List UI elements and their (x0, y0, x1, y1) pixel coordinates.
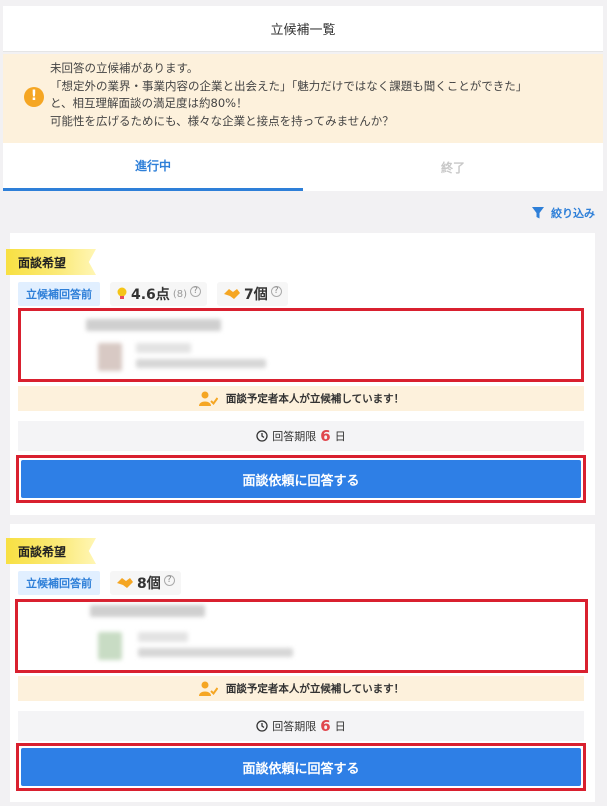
meeting-request-ribbon: 面談希望 (6, 538, 96, 564)
contact-title (138, 648, 293, 657)
filter-label: 絞り込み (551, 207, 595, 220)
respond-button-highlight: 面談依頼に回答する (16, 743, 586, 791)
hands-count: 8個 (137, 576, 161, 592)
handshake-icon (223, 289, 240, 299)
status-badge: 立候補回答前 (18, 282, 100, 306)
company-name (90, 605, 205, 617)
self-candidacy-strip: 面談予定者本人が立候補しています！ (18, 676, 584, 701)
strip-text: 面談予定者本人が立候補しています！ (225, 683, 405, 695)
candidate-card: 面談希望 立候補回答前 4.6点 (8) ? 7個 ? 面談予定者本人が立候補し… (6, 233, 595, 515)
clock-icon (256, 720, 268, 732)
self-candidacy-strip: 面談予定者本人が立候補しています！ (18, 386, 584, 411)
exclamation-icon: ! (24, 87, 44, 107)
respond-button-highlight: 面談依頼に回答する (16, 455, 586, 503)
deadline-unit: 日 (334, 430, 346, 443)
contact-name (138, 632, 188, 642)
notice-line: 可能性を広げるためにも、様々な企業と接点を持ってみませんか？ (50, 113, 394, 128)
respond-button[interactable]: 面談依頼に回答する (21, 748, 581, 786)
deadline-days: 6 (320, 427, 331, 445)
clock-icon (256, 430, 268, 442)
notice-line: 「想定外の業界・事業内容の企業と出会えた」「魅力だけではなく課題も聞くことができ… (50, 78, 528, 93)
rating-count: (8) (172, 288, 187, 300)
company-logo (98, 632, 122, 660)
meeting-request-ribbon: 面談希望 (6, 249, 96, 275)
rating-value: 4.6点 (131, 287, 170, 303)
hands-count: 7個 (243, 287, 268, 303)
answer-deadline: 回答期限 6 日 (18, 421, 584, 451)
respond-button[interactable]: 面談依頼に回答する (21, 460, 581, 498)
person-check-icon (198, 391, 218, 406)
company-info-highlight[interactable] (15, 599, 588, 673)
answer-deadline: 回答期限 6 日 (18, 711, 584, 741)
card-meta: 立候補回答前 8個 ? (18, 571, 181, 595)
deadline-unit: 日 (334, 720, 346, 733)
hands-metric: 7個 ? (216, 282, 288, 306)
filter-button[interactable]: 絞り込み (531, 205, 595, 221)
tab-finished[interactable]: 終了 (303, 143, 603, 191)
bulb-icon (117, 287, 127, 299)
notice-line: と、相互理解面談の満足度は約80%！ (50, 96, 248, 110)
company-info-highlight[interactable] (18, 308, 584, 382)
deadline-label: 回答期限 (272, 430, 317, 443)
funnel-icon (532, 207, 544, 219)
status-badge: 立候補回答前 (18, 571, 100, 595)
contact-name (136, 343, 191, 353)
help-icon[interactable]: ? (270, 285, 282, 297)
person-check-icon (198, 681, 218, 696)
tab-in-progress[interactable]: 進行中 (3, 143, 303, 191)
notice-line: 未回答の立候補があります。 (50, 61, 199, 75)
help-icon[interactable]: ? (189, 285, 201, 297)
status-tabs: 進行中 終了 (3, 143, 603, 191)
card-meta: 立候補回答前 4.6点 (8) ? 7個 ? (18, 282, 288, 306)
company-logo (98, 343, 122, 371)
rating-metric: 4.6点 (8) ? (110, 282, 207, 306)
hands-metric: 8個 ? (110, 571, 181, 595)
company-name (86, 319, 221, 331)
unanswered-notice: ! 未回答の立候補があります。 「想定外の業界・事業内容の企業と出会えた」「魅力… (3, 54, 603, 143)
deadline-days: 6 (320, 717, 331, 735)
page-title: 立候補一覧 (3, 6, 603, 52)
contact-title (136, 359, 266, 368)
handshake-icon (117, 578, 133, 588)
deadline-label: 回答期限 (272, 720, 317, 733)
candidate-card: 面談希望 立候補回答前 8個 ? 面談予定者本人が立候補しています！ 回答期限 … (6, 524, 595, 802)
help-icon[interactable]: ? (163, 574, 175, 586)
strip-text: 面談予定者本人が立候補しています！ (225, 393, 405, 405)
